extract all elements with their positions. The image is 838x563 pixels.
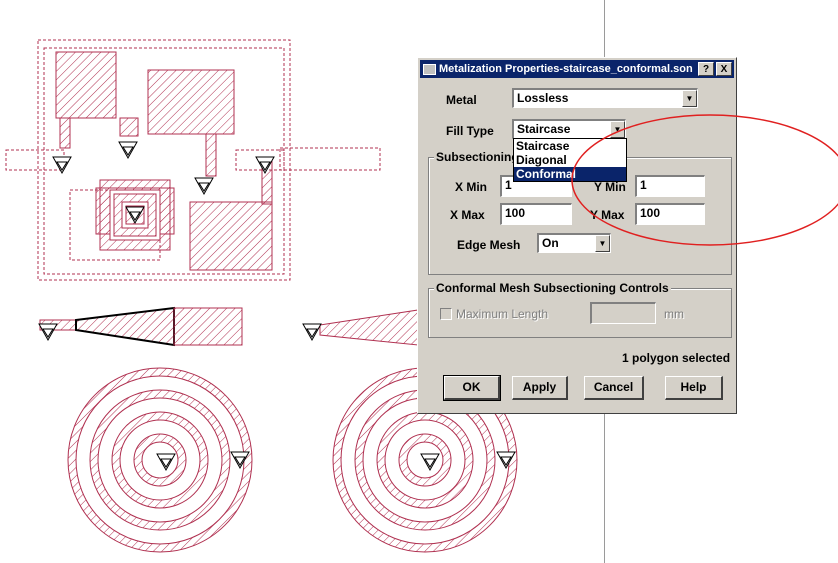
selection-status: 1 polygon selected bbox=[622, 351, 731, 365]
fill-type-select-value: Staircase bbox=[517, 122, 571, 136]
fill-type-option-highlighted[interactable]: Conformal bbox=[514, 167, 626, 181]
y-max-label: Y Max bbox=[590, 208, 625, 222]
metal-select[interactable]: Lossless ▼ bbox=[512, 88, 698, 108]
subsectioning-title: Subsectioning bbox=[434, 150, 521, 164]
port-icon bbox=[302, 323, 322, 342]
port-icon bbox=[194, 177, 214, 196]
port-icon bbox=[52, 156, 72, 175]
chevron-down-icon[interactable]: ▼ bbox=[610, 121, 625, 138]
max-length-input[interactable] bbox=[590, 302, 656, 324]
conformal-title: Conformal Mesh Subsectioning Controls bbox=[434, 281, 671, 295]
metalization-properties-dialog: Metalization Properties-staircase_confor… bbox=[417, 57, 737, 414]
cancel-button[interactable]: Cancel bbox=[584, 376, 644, 400]
metal-label: Metal bbox=[446, 93, 477, 107]
max-length-checkbox[interactable] bbox=[440, 308, 452, 320]
unit-label: mm bbox=[664, 307, 684, 321]
fill-type-dropdown-list[interactable]: Staircase Diagonal Conformal bbox=[513, 138, 627, 182]
apply-button[interactable]: Apply bbox=[512, 376, 568, 400]
fill-type-select[interactable]: Staircase ▼ bbox=[512, 119, 626, 139]
help-icon[interactable]: ? bbox=[698, 62, 714, 76]
x-max-label: X Max bbox=[450, 208, 485, 222]
metal-select-value: Lossless bbox=[517, 91, 569, 105]
dialog-titlebar[interactable]: Metalization Properties-staircase_confor… bbox=[420, 60, 734, 78]
port-icon bbox=[156, 453, 176, 472]
window-icon bbox=[423, 63, 436, 75]
y-max-input[interactable]: 100 bbox=[635, 203, 705, 225]
x-min-label: X Min bbox=[455, 180, 487, 194]
port-icon bbox=[420, 453, 440, 472]
ok-button[interactable]: OK bbox=[443, 375, 501, 401]
dialog-title: Metalization Properties-staircase_confor… bbox=[439, 63, 693, 75]
chevron-down-icon[interactable]: ▼ bbox=[595, 235, 610, 252]
y-min-input[interactable]: 1 bbox=[635, 175, 705, 197]
taper-line bbox=[39, 306, 243, 347]
max-length-label: Maximum Length bbox=[456, 307, 549, 321]
x-max-input[interactable]: 100 bbox=[500, 203, 572, 225]
fill-type-option[interactable]: Staircase bbox=[514, 139, 626, 153]
edge-mesh-select[interactable]: On ▼ bbox=[537, 233, 611, 253]
port-icon bbox=[118, 141, 138, 160]
close-icon[interactable]: X bbox=[716, 62, 732, 76]
taper-line-right bbox=[319, 309, 419, 346]
help-button[interactable]: Help bbox=[665, 376, 723, 400]
fill-type-label: Fill Type bbox=[446, 124, 494, 138]
fill-type-option[interactable]: Diagonal bbox=[514, 153, 626, 167]
port-icon bbox=[38, 323, 58, 342]
chevron-down-icon[interactable]: ▼ bbox=[682, 90, 697, 107]
edge-mesh-label: Edge Mesh bbox=[457, 238, 521, 252]
y-min-label: Y Min bbox=[594, 180, 626, 194]
edge-mesh-select-value: On bbox=[542, 236, 559, 250]
